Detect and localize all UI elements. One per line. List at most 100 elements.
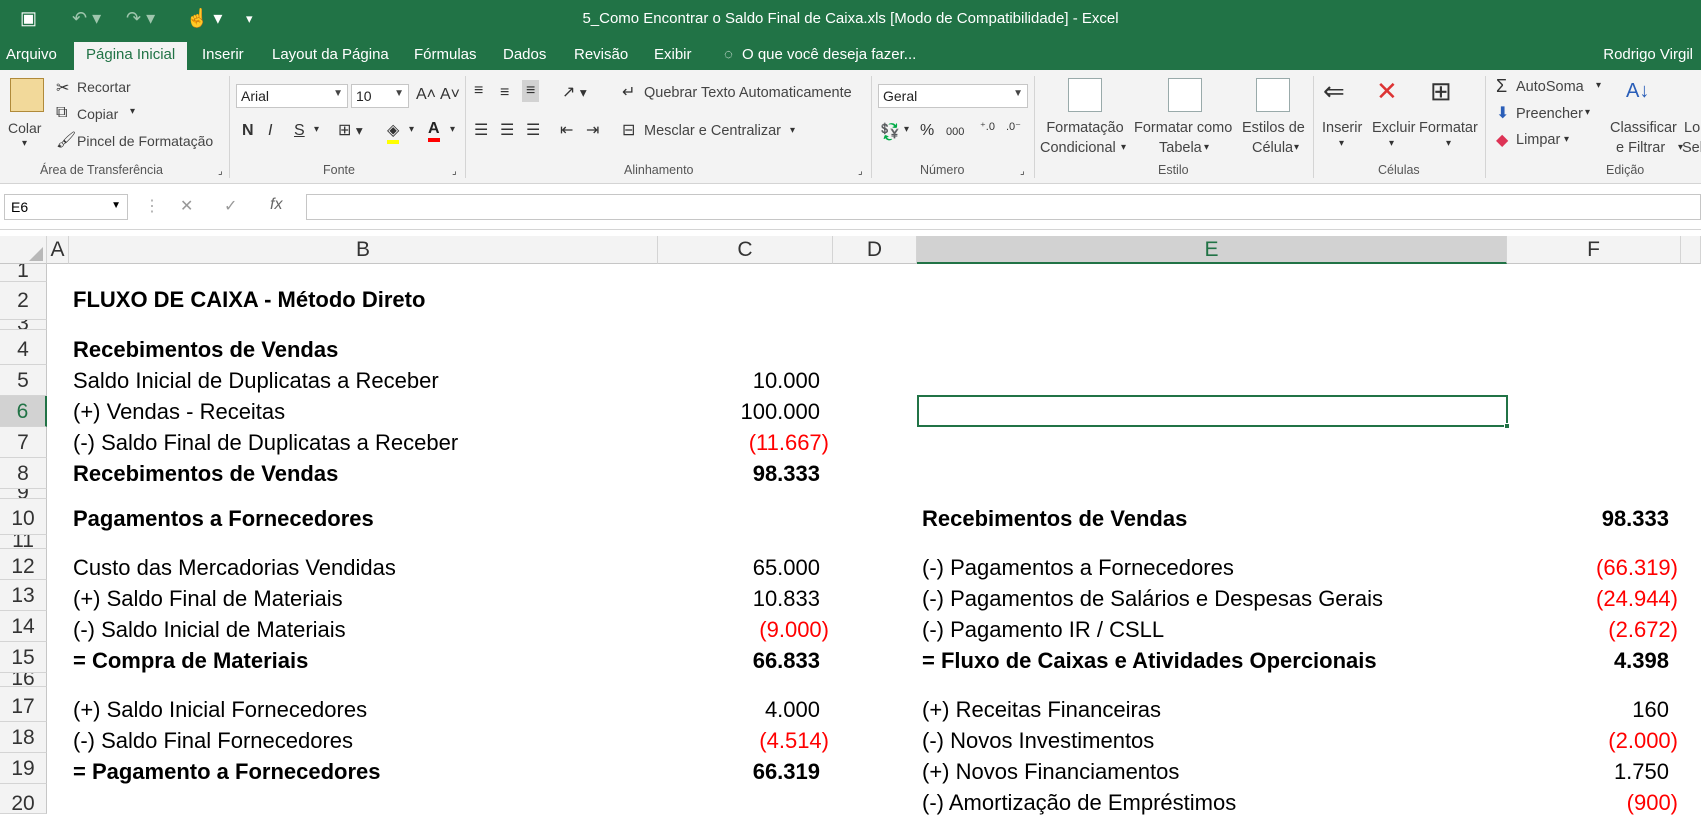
clear-button[interactable]: Limpar xyxy=(1516,132,1560,148)
copy-button[interactable]: Copiar xyxy=(77,106,118,122)
left-row-value[interactable]: (11.667) xyxy=(659,428,829,458)
tell-me-input[interactable]: O que você deseja fazer... xyxy=(742,46,916,63)
insert-cells-icon[interactable]: ⇐ xyxy=(1323,76,1345,107)
chevron-down-icon[interactable]: ▾ xyxy=(1121,142,1126,153)
right-row-label[interactable]: = Fluxo de Caixas e Atividades Operciona… xyxy=(922,646,1377,676)
orientation-icon[interactable]: ↗ ▾ xyxy=(562,82,587,102)
decrease-font-icon[interactable]: A˅ xyxy=(440,86,460,104)
left-row-label[interactable]: Custo das Mercadorias Vendidas xyxy=(73,553,396,583)
align-middle-icon[interactable]: ≡ xyxy=(500,84,509,102)
right-row-label[interactable]: (-) Pagamento IR / CSLL xyxy=(922,615,1164,645)
right-row-label[interactable]: (-) Pagamentos a Fornecedores xyxy=(922,553,1234,583)
merge-center-button[interactable]: Mesclar e Centralizar xyxy=(644,123,781,139)
select-all-button[interactable] xyxy=(0,236,47,264)
left-row-value[interactable]: 4.000 xyxy=(650,695,820,725)
bold-button[interactable]: N xyxy=(242,122,254,140)
copy-icon[interactable]: ⧉ xyxy=(56,104,67,122)
row-header-2[interactable]: 2 xyxy=(0,282,47,320)
row-header-1[interactable]: 1 xyxy=(0,264,47,282)
right-row-value[interactable]: (2.672) xyxy=(1508,615,1678,645)
tab-revisao[interactable]: Revisão xyxy=(574,46,628,63)
cell-styles-label-1[interactable]: Estilos de xyxy=(1242,120,1305,136)
font-launcher-icon[interactable]: ⌟ xyxy=(452,166,457,177)
insert-cells-button[interactable]: Inserir xyxy=(1322,120,1362,136)
chevron-down-icon[interactable]: ▾ xyxy=(1446,138,1451,149)
right-row-value[interactable]: (2.000) xyxy=(1508,726,1678,756)
delete-cells-button[interactable]: Excluir xyxy=(1372,120,1416,136)
tab-formulas[interactable]: Fórmulas xyxy=(414,46,477,63)
conditional-formatting-icon[interactable] xyxy=(1068,78,1102,112)
row-header-4[interactable]: 4 xyxy=(0,330,47,365)
align-bottom-icon[interactable]: ≡ xyxy=(522,80,540,102)
borders-icon[interactable]: ⊞ ▾ xyxy=(338,120,363,140)
row-header-18[interactable]: 18 xyxy=(0,722,47,753)
row-header-11[interactable]: 11 xyxy=(0,535,47,549)
column-header-a[interactable]: A xyxy=(47,236,69,264)
tab-pagina-inicial[interactable]: Página Inicial xyxy=(74,42,188,70)
cell-styles-icon[interactable] xyxy=(1256,78,1290,112)
align-top-icon[interactable]: ≡ xyxy=(474,82,483,100)
row-header-6[interactable]: 6 xyxy=(0,396,47,427)
percent-button[interactable]: % xyxy=(920,122,934,140)
decrease-decimal-icon[interactable]: .0⁻ xyxy=(1006,120,1021,133)
cell-styles-label-2[interactable]: Célula xyxy=(1252,140,1293,156)
align-center-icon[interactable]: ☰ xyxy=(500,120,514,140)
selected-cell-e6[interactable] xyxy=(917,395,1510,429)
number-launcher-icon[interactable]: ⌟ xyxy=(1020,166,1025,177)
right-row-value[interactable]: 98.333 xyxy=(1499,504,1669,534)
row-header-8[interactable]: 8 xyxy=(0,458,47,489)
row-header-10[interactable]: 10 xyxy=(0,499,47,535)
tab-dados[interactable]: Dados xyxy=(503,46,546,63)
format-cells-icon[interactable]: ⊞ xyxy=(1430,76,1452,107)
tab-inserir[interactable]: Inserir xyxy=(202,46,244,63)
align-left-icon[interactable]: ☰ xyxy=(474,120,488,140)
merge-icon[interactable]: ⊟ xyxy=(622,120,635,140)
left-row-value[interactable]: 10.000 xyxy=(650,366,820,396)
left-row-value[interactable]: 100.000 xyxy=(650,397,820,427)
format-as-table-label-2[interactable]: Tabela xyxy=(1159,140,1202,156)
font-color-dropdown-icon[interactable]: ▾ xyxy=(450,124,455,135)
right-row-value[interactable]: 4.398 xyxy=(1499,646,1669,676)
right-row-label[interactable]: (+) Novos Financiamentos xyxy=(922,757,1179,787)
merge-dropdown-icon[interactable]: ▾ xyxy=(790,125,795,136)
scissors-icon[interactable]: ✂ xyxy=(56,78,69,98)
tab-layout[interactable]: Layout da Página xyxy=(272,46,389,63)
eraser-icon[interactable]: ◆ xyxy=(1496,130,1508,150)
font-name-select[interactable]: Arial ▼ xyxy=(236,84,348,108)
enter-icon[interactable]: ✓ xyxy=(224,196,237,216)
fill-color-dropdown-icon[interactable]: ▾ xyxy=(409,124,414,135)
left-row-label[interactable]: = Compra de Materiais xyxy=(73,646,308,676)
find-select-label-2[interactable]: Sel xyxy=(1682,140,1701,156)
chevron-down-icon[interactable]: ▾ xyxy=(1294,142,1299,153)
increase-indent-icon[interactable]: ⇥ xyxy=(586,120,599,140)
left-row-value[interactable]: 65.000 xyxy=(650,553,820,583)
tab-arquivo[interactable]: Arquivo xyxy=(6,46,57,63)
left-row-label[interactable]: Pagamentos a Fornecedores xyxy=(73,504,374,534)
underline-dropdown-icon[interactable]: ▾ xyxy=(314,124,319,135)
paste-icon[interactable] xyxy=(10,78,44,112)
column-header-c[interactable]: C xyxy=(658,236,833,264)
find-select-label-1[interactable]: Lo xyxy=(1684,120,1700,136)
row-header-13[interactable]: 13 xyxy=(0,580,47,611)
chevron-down-icon[interactable]: ▾ xyxy=(1564,134,1569,145)
conditional-formatting-label-2[interactable]: Condicional xyxy=(1040,140,1116,156)
copy-dropdown-icon[interactable]: ▾ xyxy=(130,106,135,117)
right-row-label[interactable]: (+) Receitas Financeiras xyxy=(922,695,1161,725)
increase-font-icon[interactable]: A˄ xyxy=(416,86,436,104)
sort-filter-label-1[interactable]: Classificar xyxy=(1610,120,1677,136)
left-row-label[interactable]: (-) Saldo Final de Duplicatas a Receber xyxy=(73,428,458,458)
column-header-b[interactable]: B xyxy=(69,236,658,264)
autosum-button[interactable]: AutoSoma xyxy=(1516,79,1584,95)
format-painter-button[interactable]: Pincel de Formatação xyxy=(77,133,213,149)
row-header-12[interactable]: 12 xyxy=(0,549,47,580)
row-header-16[interactable]: 16 xyxy=(0,673,47,687)
fill-button[interactable]: Preencher xyxy=(1516,106,1583,122)
right-row-label[interactable]: (-) Pagamentos de Salários e Despesas Ge… xyxy=(922,584,1383,614)
sort-filter-label-2[interactable]: e Filtrar xyxy=(1616,140,1665,156)
wrap-text-icon[interactable]: ↵ xyxy=(622,82,635,102)
left-row-label[interactable]: (+) Saldo Final de Materiais xyxy=(73,584,343,614)
format-cells-button[interactable]: Formatar xyxy=(1419,120,1478,136)
number-format-select[interactable]: Geral ▼ xyxy=(878,84,1028,108)
user-name[interactable]: Rodrigo Virgil xyxy=(1603,46,1693,63)
paste-dropdown-icon[interactable]: ▾ xyxy=(22,138,27,149)
